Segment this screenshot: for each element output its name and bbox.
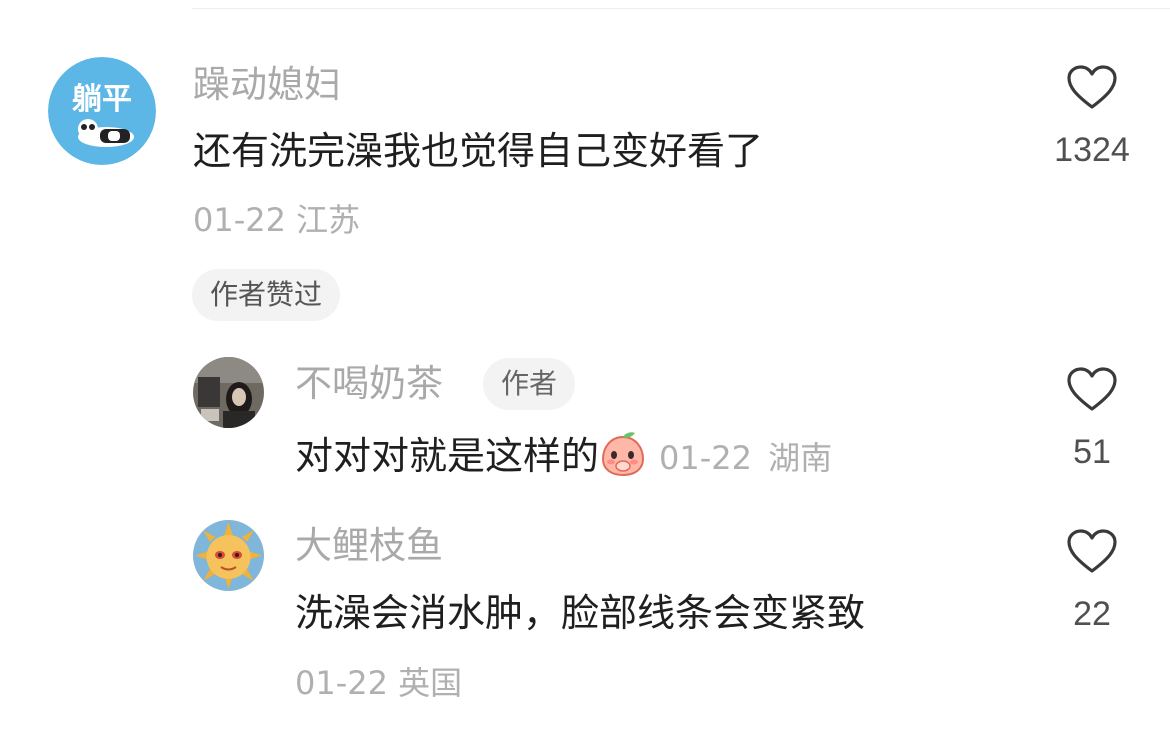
avatar[interactable]: 躺平	[48, 57, 156, 165]
author-liked-pill: 作者赞过	[192, 269, 341, 321]
author-badge: 作者	[483, 358, 576, 410]
comment-date: 01-22	[193, 201, 286, 239]
like-button[interactable]: 22	[1037, 528, 1147, 634]
reply-date: 01-22	[659, 439, 752, 477]
like-count: 51	[1073, 433, 1111, 471]
comment-text: 还有洗完澡我也觉得自己变好看了	[193, 129, 764, 173]
reply-meta: 01-22 英国	[295, 663, 462, 703]
heart-outline-icon	[1067, 65, 1117, 109]
like-count: 22	[1073, 595, 1111, 633]
heart-outline-icon	[1067, 367, 1117, 411]
like-button[interactable]: 1324	[1037, 64, 1147, 170]
reply-date: 01-22	[295, 664, 388, 702]
like-count: 1324	[1054, 131, 1130, 169]
avatar-image	[193, 520, 264, 591]
comment-location: 江苏	[296, 201, 361, 239]
reply-location: 湖南	[768, 439, 833, 477]
top-divider	[192, 8, 1170, 9]
peach-cover-mouth-emoji	[602, 432, 645, 477]
comment-username[interactable]: 躁动媳妇	[193, 63, 341, 107]
like-button[interactable]: 51	[1037, 366, 1147, 472]
avatar-text: 躺平	[72, 82, 132, 117]
reply-username[interactable]: 不喝奶茶	[295, 362, 443, 406]
reply-username[interactable]: 大鲤枝鱼	[295, 524, 443, 568]
reply-text-line: 对对对就是这样的 01-22 湖南	[295, 429, 832, 481]
comment-meta: 01-22 江苏	[193, 200, 360, 240]
reply-avatar[interactable]	[193, 357, 264, 428]
reply-text: 洗澡会消水肿，脸部线条会变紧致	[295, 591, 866, 635]
avatar-image: 躺平	[48, 57, 156, 165]
reply-avatar[interactable]	[193, 520, 264, 591]
avatar-image	[193, 357, 264, 428]
reply-text: 对对对就是这样的	[295, 434, 600, 478]
reply-location: 英国	[398, 664, 463, 702]
heart-outline-icon	[1067, 529, 1117, 573]
